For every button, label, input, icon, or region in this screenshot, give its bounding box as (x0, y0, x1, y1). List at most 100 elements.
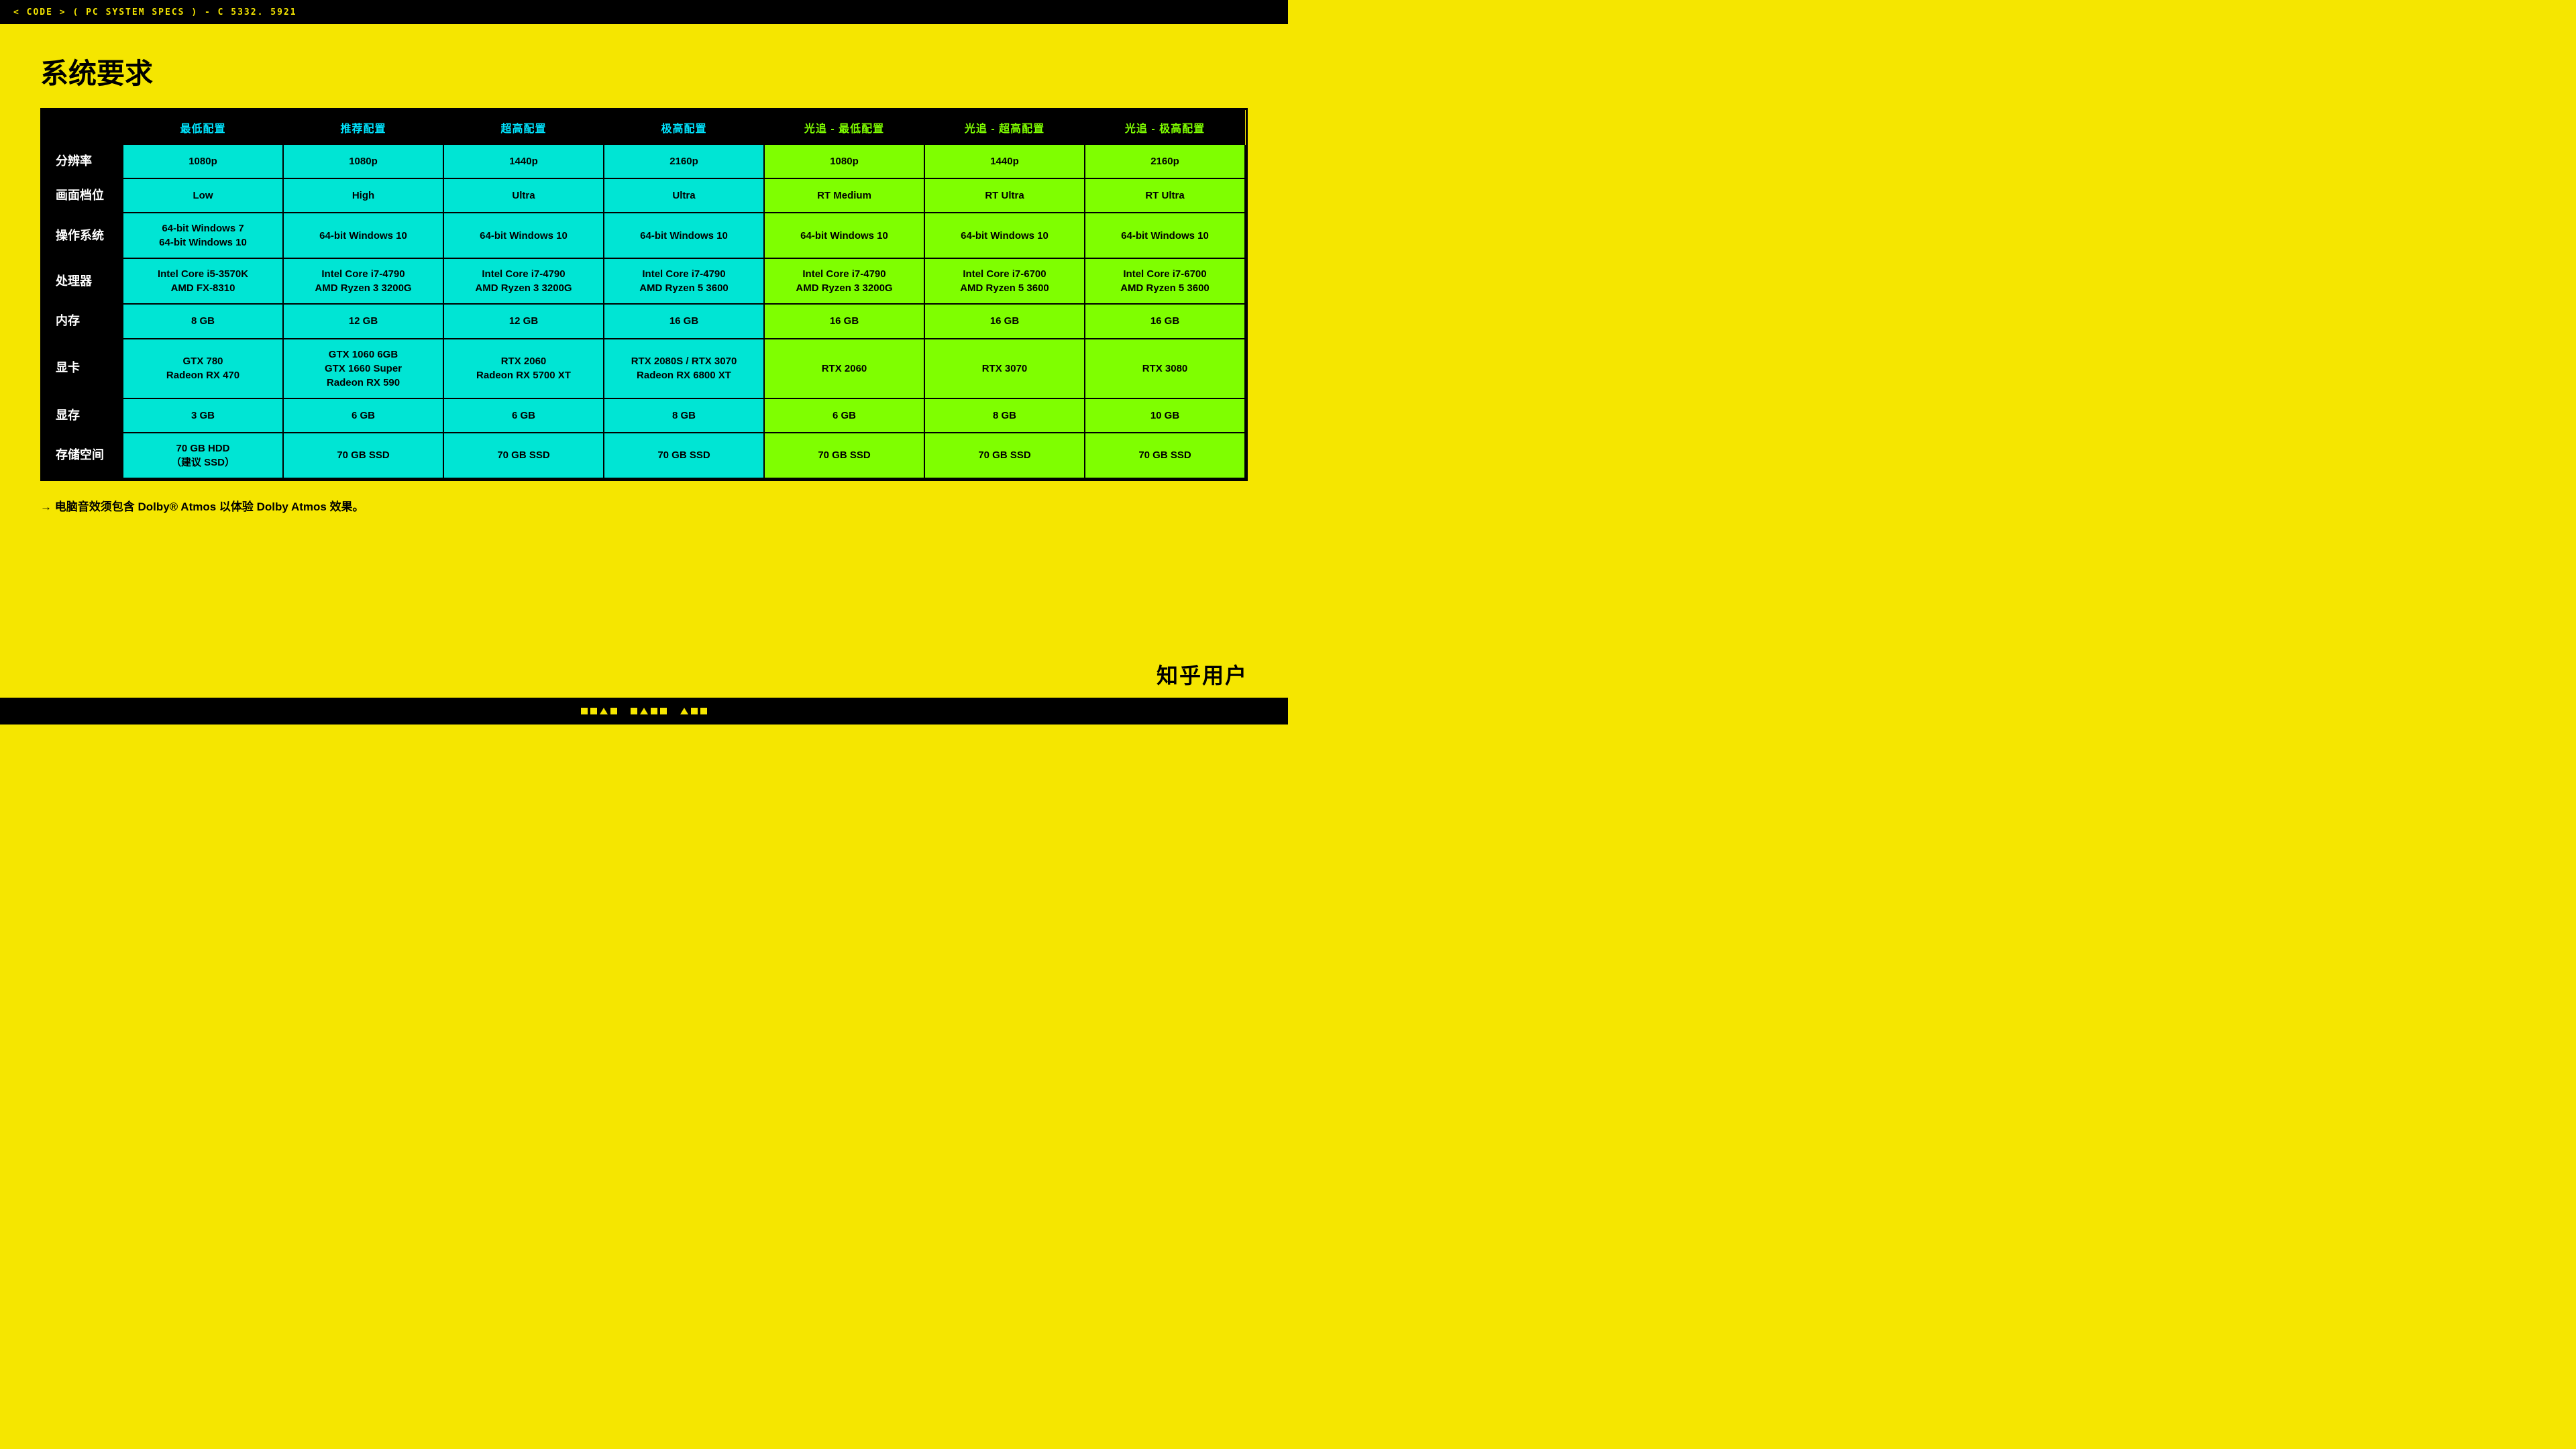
cell-4-0: 8 GB (123, 304, 283, 338)
cell-0-2: 1440p (443, 145, 604, 178)
table-row: 显存3 GB6 GB6 GB8 GB6 GB8 GB10 GB (42, 398, 1245, 433)
cell-1-5: RT Ultra (924, 178, 1085, 213)
cell-7-0: 70 GB HDD （建议 SSD） (123, 433, 283, 478)
cell-5-5: RTX 3070 (924, 339, 1085, 398)
bottom-bar (0, 698, 1288, 724)
cell-3-6: Intel Core i7-6700 AMD Ryzen 5 3600 (1085, 258, 1245, 304)
bottom-square-7 (691, 708, 698, 714)
cell-3-5: Intel Core i7-6700 AMD Ryzen 5 3600 (924, 258, 1085, 304)
bottom-square-1 (581, 708, 588, 714)
table-row: 内存8 GB12 GB12 GB16 GB16 GB16 GB16 GB (42, 304, 1245, 338)
cell-7-1: 70 GB SSD (283, 433, 443, 478)
corner-bl (38, 470, 52, 483)
row-label-6: 显存 (42, 398, 123, 433)
table-row: 显卡GTX 780 Radeon RX 470GTX 1060 6GB GTX … (42, 339, 1245, 398)
cell-5-3: RTX 2080S / RTX 3070 Radeon RX 6800 XT (604, 339, 764, 398)
row-label-1: 画面档位 (42, 178, 123, 213)
cell-6-4: 6 GB (764, 398, 924, 433)
bottom-square-6 (660, 708, 667, 714)
header-rt-ultra: 光追 - 超高配置 (924, 110, 1085, 145)
cell-6-5: 8 GB (924, 398, 1085, 433)
bottom-square-3 (610, 708, 617, 714)
cell-6-0: 3 GB (123, 398, 283, 433)
bottom-square-2 (590, 708, 597, 714)
cell-1-3: Ultra (604, 178, 764, 213)
bottom-square-5 (651, 708, 657, 714)
row-label-2: 操作系统 (42, 213, 123, 258)
cell-3-4: Intel Core i7-4790 AMD Ryzen 3 3200G (764, 258, 924, 304)
page-title: 系统要求 (40, 51, 1248, 92)
table-header-row: 最低配置 推荐配置 超高配置 极高配置 光追 - 最低配置 光追 - 超高配置 … (42, 110, 1245, 145)
bottom-tri-2 (640, 708, 648, 714)
specs-table: 最低配置 推荐配置 超高配置 极高配置 光追 - 最低配置 光追 - 超高配置 … (42, 110, 1246, 479)
table-row: 处理器Intel Core i5-3570K AMD FX-8310Intel … (42, 258, 1245, 304)
footer-note: → 电脑音效须包含 Dolby® Atmos 以体验 Dolby Atmos 效… (40, 497, 1248, 514)
cell-5-2: RTX 2060 Radeon RX 5700 XT (443, 339, 604, 398)
cell-6-3: 8 GB (604, 398, 764, 433)
cell-2-6: 64-bit Windows 10 (1085, 213, 1245, 258)
cell-0-0: 1080p (123, 145, 283, 178)
cell-4-6: 16 GB (1085, 304, 1245, 338)
cell-4-5: 16 GB (924, 304, 1085, 338)
bottom-square-8 (700, 708, 707, 714)
cell-5-1: GTX 1060 6GB GTX 1660 Super Radeon RX 59… (283, 339, 443, 398)
cell-6-6: 10 GB (1085, 398, 1245, 433)
cell-1-1: High (283, 178, 443, 213)
cell-4-4: 16 GB (764, 304, 924, 338)
cell-4-1: 12 GB (283, 304, 443, 338)
cell-7-6: 70 GB SSD (1085, 433, 1245, 478)
table-row: 分辨率1080p1080p1440p2160p1080p1440p2160p (42, 145, 1245, 178)
cell-2-5: 64-bit Windows 10 (924, 213, 1085, 258)
cell-2-2: 64-bit Windows 10 (443, 213, 604, 258)
cell-7-4: 70 GB SSD (764, 433, 924, 478)
corner-br (1236, 470, 1250, 483)
cell-5-6: RTX 3080 (1085, 339, 1245, 398)
row-label-5: 显卡 (42, 339, 123, 398)
table-row: 操作系统64-bit Windows 7 64-bit Windows 10 64… (42, 213, 1245, 258)
cell-3-3: Intel Core i7-4790 AMD Ryzen 5 3600 (604, 258, 764, 304)
cell-1-0: Low (123, 178, 283, 213)
bottom-square-4 (631, 708, 637, 714)
cell-3-0: Intel Core i5-3570K AMD FX-8310 (123, 258, 283, 304)
cell-5-4: RTX 2060 (764, 339, 924, 398)
cell-5-0: GTX 780 Radeon RX 470 (123, 339, 283, 398)
cell-0-6: 2160p (1085, 145, 1245, 178)
cell-0-3: 2160p (604, 145, 764, 178)
table-row: 画面档位LowHighUltraUltraRT MediumRT UltraRT… (42, 178, 1245, 213)
row-label-3: 处理器 (42, 258, 123, 304)
cell-0-4: 1080p (764, 145, 924, 178)
cell-1-2: Ultra (443, 178, 604, 213)
cell-1-6: RT Ultra (1085, 178, 1245, 213)
cell-2-3: 64-bit Windows 10 (604, 213, 764, 258)
cell-6-2: 6 GB (443, 398, 604, 433)
header-rt-extreme: 光追 - 极高配置 (1085, 110, 1245, 145)
cell-2-4: 64-bit Windows 10 (764, 213, 924, 258)
header-recommended: 推荐配置 (283, 110, 443, 145)
bottom-icon-group-1 (581, 708, 617, 714)
top-bar-text: < CODE > ( PC SYSTEM SPECS ) - C 5332. 5… (13, 7, 297, 17)
cell-6-1: 6 GB (283, 398, 443, 433)
cell-2-0: 64-bit Windows 7 64-bit Windows 10 (123, 213, 283, 258)
cell-0-1: 1080p (283, 145, 443, 178)
cell-7-3: 70 GB SSD (604, 433, 764, 478)
row-label-0: 分辨率 (42, 145, 123, 178)
cell-7-2: 70 GB SSD (443, 433, 604, 478)
header-ultra: 超高配置 (443, 110, 604, 145)
footer-note-text: → 电脑音效须包含 Dolby® Atmos 以体验 Dolby Atmos 效… (40, 497, 364, 514)
bottom-icon-group-3 (680, 708, 707, 714)
corner-tl (38, 106, 52, 119)
cell-3-1: Intel Core i7-4790 AMD Ryzen 3 3200G (283, 258, 443, 304)
cell-0-5: 1440p (924, 145, 1085, 178)
cell-4-2: 12 GB (443, 304, 604, 338)
header-min: 最低配置 (123, 110, 283, 145)
bottom-tri-1 (600, 708, 608, 714)
cell-7-5: 70 GB SSD (924, 433, 1085, 478)
cell-1-4: RT Medium (764, 178, 924, 213)
row-label-4: 内存 (42, 304, 123, 338)
top-bar: < CODE > ( PC SYSTEM SPECS ) - C 5332. 5… (0, 0, 1288, 24)
bottom-decorations (13, 708, 1275, 714)
cell-4-3: 16 GB (604, 304, 764, 338)
bottom-icon-group-2 (631, 708, 667, 714)
row-label-7: 存储空间 (42, 433, 123, 478)
main-content: 系统要求 最低配置 推荐配置 超高配置 极高配置 光追 - 最低配置 光追 - … (0, 24, 1288, 698)
